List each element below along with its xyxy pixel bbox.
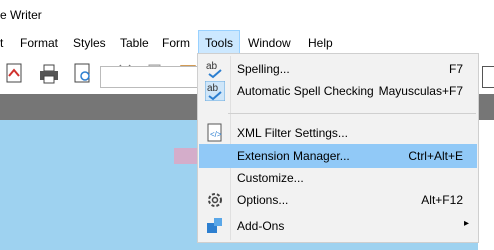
menu-item-label: Add-Ons bbox=[237, 219, 285, 233]
menu-separator bbox=[228, 113, 476, 114]
menu-item-label: Automatic Spell Checking bbox=[237, 84, 374, 98]
menu-edit-partial[interactable]: t bbox=[0, 30, 3, 56]
menu-item-label: Extension Manager... bbox=[237, 149, 350, 163]
menu-item-xml-filter-settings[interactable]: </> XML Filter Settings... bbox=[199, 121, 477, 145]
menu-item-automatic-spell-checking[interactable]: ab Automatic Spell Checking Mayusculas+F… bbox=[199, 79, 477, 103]
menu-format[interactable]: Format bbox=[20, 30, 58, 56]
menu-item-options[interactable]: Options... Alt+F12 bbox=[199, 188, 477, 212]
submenu-arrow-icon: ▸ bbox=[463, 218, 469, 229]
menu-item-shortcut: Mayusculas+F7 bbox=[378, 84, 463, 98]
pdf-export-icon[interactable] bbox=[4, 62, 26, 86]
menu-item-customize[interactable]: Customize... bbox=[199, 166, 477, 190]
tools-menu-dropdown: ab Spelling... F7 ab Automatic Spell Che… bbox=[197, 53, 479, 243]
window-title: e Writer bbox=[0, 8, 42, 22]
menu-item-spelling[interactable]: ab Spelling... F7 bbox=[199, 57, 477, 81]
print-preview-icon[interactable] bbox=[72, 62, 94, 86]
menu-item-label: Customize... bbox=[237, 171, 304, 185]
toolbar-combo-box[interactable] bbox=[100, 66, 198, 88]
toolbar-grid-icon[interactable] bbox=[482, 66, 494, 88]
menu-item-label: Spelling... bbox=[237, 62, 290, 76]
menu-item-shortcut: Alt+F12 bbox=[421, 193, 463, 207]
menu-item-extension-manager[interactable]: Extension Manager... Ctrl+Alt+E bbox=[199, 144, 477, 168]
menu-form[interactable]: Form bbox=[162, 30, 190, 56]
title-bar: e Writer bbox=[0, 0, 494, 30]
gear-icon bbox=[208, 193, 222, 207]
menu-table[interactable]: Table bbox=[120, 30, 149, 56]
menu-item-add-ons[interactable]: Add-Ons ▸ bbox=[199, 214, 477, 238]
svg-text:ab: ab bbox=[206, 61, 218, 72]
xml-filter-icon: </> bbox=[207, 123, 222, 142]
document-right-edge bbox=[478, 120, 494, 250]
print-icon[interactable] bbox=[38, 62, 60, 86]
menu-item-shortcut: Ctrl+Alt+E bbox=[408, 149, 463, 163]
menu-item-label: XML Filter Settings... bbox=[237, 126, 348, 140]
addons-icon bbox=[207, 218, 222, 233]
menu-item-label: Options... bbox=[237, 193, 289, 207]
spelling-icon: ab bbox=[206, 61, 222, 79]
menu-styles[interactable]: Styles bbox=[73, 30, 106, 56]
svg-text:</>: </> bbox=[210, 130, 222, 139]
auto-spellcheck-icon: ab bbox=[205, 81, 225, 101]
menu-item-shortcut: F7 bbox=[448, 62, 463, 76]
svg-text:ab: ab bbox=[207, 83, 219, 94]
